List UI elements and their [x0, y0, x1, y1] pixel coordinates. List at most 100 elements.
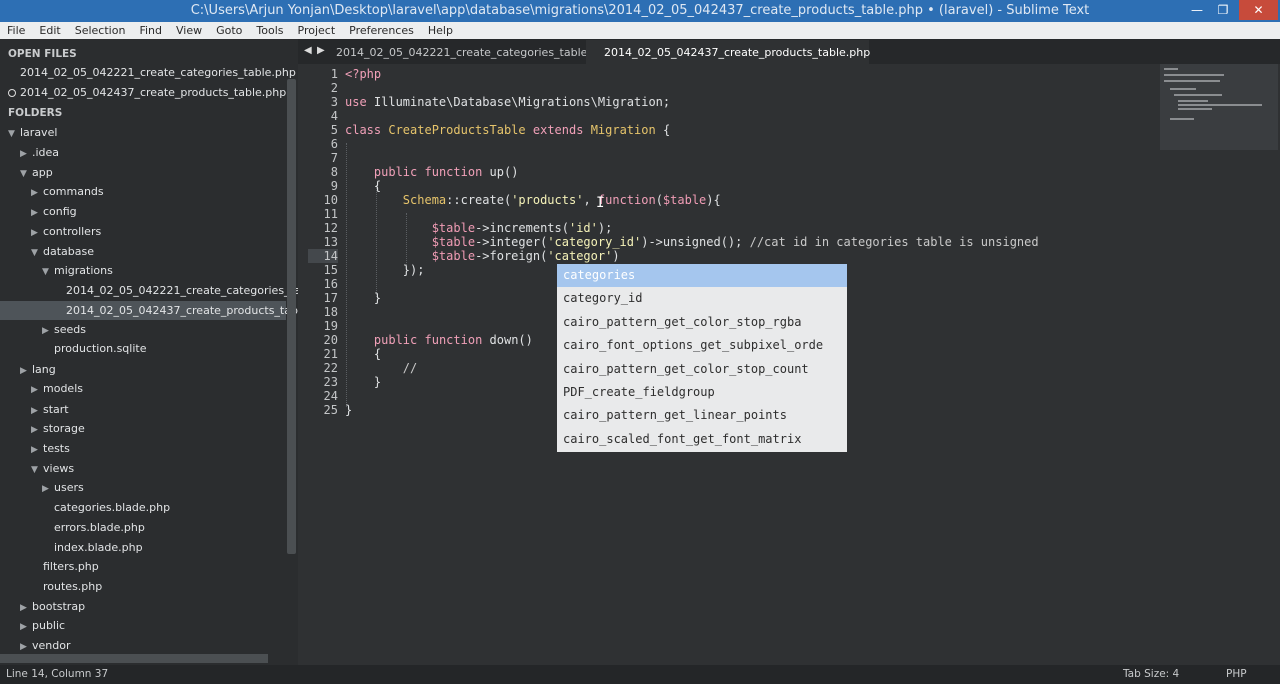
chevron-right-icon: ▶ — [31, 208, 38, 218]
tree-folder-public[interactable]: ▶ public — [20, 616, 65, 635]
tab-categories[interactable]: 2014_02_05_042221_create_categories_tabl… — [318, 40, 612, 64]
tree-folder-start[interactable]: ▶ start — [31, 400, 69, 419]
code-line: // — [402, 361, 418, 375]
tab-size-selector[interactable]: Tab Size: 4 — [1123, 668, 1179, 680]
menu-tools[interactable]: Tools — [249, 24, 290, 37]
chevron-down-icon: ▼ — [42, 267, 49, 277]
syntax-selector[interactable]: PHP — [1226, 668, 1247, 680]
menu-help[interactable]: Help — [421, 24, 460, 37]
chevron-right-icon: ▶ — [31, 228, 38, 238]
line-number: 20 — [323, 333, 338, 347]
sidebar-horizontal-scrollbar[interactable] — [0, 654, 268, 663]
tree-folder-lang[interactable]: ▶ lang — [20, 360, 56, 379]
menu-view[interactable]: View — [169, 24, 209, 37]
line-number: 10 — [323, 193, 338, 207]
tree-folder-idea[interactable]: ▶ .idea — [20, 143, 59, 162]
autocomplete-item[interactable]: cairo_pattern_get_color_stop_count — [557, 358, 847, 381]
tree-folder-seeds[interactable]: ▶ seeds — [42, 320, 86, 339]
line-number: 18 — [323, 305, 338, 319]
code-line: $table->increments('id'); — [431, 221, 613, 235]
line-number: 25 — [323, 403, 338, 417]
tree-file[interactable]: routes.php — [43, 577, 102, 596]
line-number: 15 — [323, 263, 338, 277]
menu-goto[interactable]: Goto — [209, 24, 249, 37]
tree-folder-users[interactable]: ▶ users — [42, 478, 84, 497]
minimap-line — [1170, 88, 1196, 90]
chevron-right-icon: ▶ — [20, 149, 27, 159]
tree-folder-commands[interactable]: ▶ commands — [31, 182, 104, 201]
line-number-current: 14 — [308, 249, 338, 263]
tree-file-selected[interactable]: 2014_02_05_042437_create_products_table.… — [0, 301, 298, 320]
chevron-right-icon: ▶ — [31, 188, 38, 198]
menu-preferences[interactable]: Preferences — [342, 24, 421, 37]
tree-folder-views[interactable]: ▼ views — [31, 459, 74, 478]
line-number: 7 — [330, 151, 338, 165]
maximize-button[interactable]: ❐ — [1208, 0, 1238, 20]
open-file-item[interactable]: 2014_02_05_042221_create_categories_tabl… — [20, 63, 296, 82]
autocomplete-popup[interactable]: categories category_id cairo_pattern_get… — [557, 264, 847, 452]
sidebar: OPEN FILES 2014_02_05_042221_create_cate… — [0, 39, 298, 665]
open-file-label: 2014_02_05_042437_create_products_table.… — [20, 86, 287, 99]
autocomplete-item[interactable]: cairo_scaled_font_get_font_matrix — [557, 428, 847, 451]
menu-file[interactable]: File — [0, 24, 32, 37]
window-title: C:\Users\Arjun Yonjan\Desktop\laravel\ap… — [190, 3, 1090, 18]
tree-folder-vendor[interactable]: ▶ vendor — [20, 636, 70, 655]
line-number: 11 — [323, 207, 338, 221]
tree-file[interactable]: index.blade.php — [54, 538, 143, 557]
autocomplete-item-selected[interactable]: categories — [557, 264, 847, 288]
line-number: 22 — [323, 361, 338, 375]
code-line: <?php — [345, 67, 382, 81]
tree-folder-models[interactable]: ▶ models — [31, 379, 83, 398]
tree-folder-controllers[interactable]: ▶ controllers — [31, 222, 101, 241]
tree-folder-tests[interactable]: ▶ tests — [31, 439, 70, 458]
line-number: 23 — [323, 375, 338, 389]
minimap[interactable] — [1160, 64, 1278, 150]
tab-products[interactable]: 2014_02_05_042437_create_products_table.… — [586, 40, 871, 83]
menu-find[interactable]: Find — [132, 24, 169, 37]
code-line: public function up() — [373, 165, 519, 179]
title-bar: C:\Users\Arjun Yonjan\Desktop\laravel\ap… — [0, 0, 1280, 22]
autocomplete-item[interactable]: cairo_pattern_get_linear_points — [557, 404, 847, 427]
status-bar: Line 14, Column 37 Tab Size: 4 PHP — [0, 665, 1280, 684]
sidebar-scrollbar[interactable] — [287, 79, 296, 554]
tree-folder-migrations[interactable]: ▼ migrations — [42, 261, 113, 280]
chevron-right-icon: ▶ — [20, 622, 27, 632]
tree-folder-app[interactable]: ▼ app — [20, 163, 53, 182]
chevron-right-icon: ▶ — [31, 425, 38, 435]
line-number: 8 — [330, 165, 338, 179]
tree-file[interactable]: categories.blade.php — [54, 498, 170, 517]
tree-folder-laravel[interactable]: ▼ laravel — [8, 123, 57, 142]
tree-file[interactable]: errors.blade.php — [54, 518, 145, 537]
tree-folder-storage[interactable]: ▶ storage — [31, 419, 85, 438]
tree-file[interactable]: filters.php — [43, 557, 99, 576]
code-line: } — [345, 403, 353, 417]
code-line: Schema::create('products', function($tab… — [402, 193, 721, 207]
tree-folder-database[interactable]: ▼ database — [31, 242, 94, 261]
autocomplete-item[interactable]: PDF_create_fieldgroup — [557, 381, 847, 404]
autocomplete-item[interactable]: category_id — [557, 287, 847, 310]
chevron-right-icon: ▶ — [31, 385, 38, 395]
open-file-item[interactable]: 2014_02_05_042437_create_products_table.… — [8, 83, 286, 102]
menu-selection[interactable]: Selection — [68, 24, 133, 37]
menu-edit[interactable]: Edit — [32, 24, 67, 37]
minimap-line — [1174, 94, 1222, 96]
menu-project[interactable]: Project — [291, 24, 343, 37]
code-line: use Illuminate\Database\Migrations\Migra… — [345, 95, 671, 109]
tree-file[interactable]: 2014_02_05_042221_create_categories_tabl… — [66, 281, 298, 300]
autocomplete-item[interactable]: cairo_font_options_get_subpixel_orde — [557, 334, 847, 357]
close-button[interactable]: ✕ — [1239, 0, 1278, 20]
unsaved-dot-icon — [8, 89, 16, 97]
cursor-position: Line 14, Column 37 — [6, 668, 109, 680]
minimize-icon: — — [1191, 3, 1203, 17]
tree-folder-bootstrap[interactable]: ▶ bootstrap — [20, 597, 85, 616]
tab-scroll-left-icon[interactable]: ◀ — [304, 45, 312, 56]
tab-label: 2014_02_05_042437_create_products_table.… — [604, 46, 871, 59]
menu-bar: File Edit Selection Find View Goto Tools… — [0, 22, 1280, 39]
minimap-line — [1170, 118, 1194, 120]
autocomplete-item[interactable]: cairo_pattern_get_color_stop_rgba — [557, 311, 847, 334]
tree-file[interactable]: production.sqlite — [54, 339, 146, 358]
folders-header: FOLDERS — [8, 107, 63, 119]
tree-folder-config[interactable]: ▶ config — [31, 202, 77, 221]
line-number: 4 — [330, 109, 338, 123]
code-line: { — [345, 347, 382, 361]
